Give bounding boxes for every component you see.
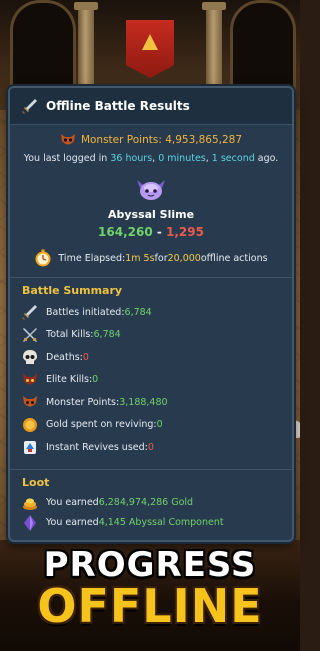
sword-icon	[22, 99, 37, 114]
summary-total-kills: Total Kills: 6,784	[22, 324, 280, 347]
time-suffix: offline actions	[200, 252, 268, 264]
summary-monster-points: Monster Points: 3,188,480	[22, 391, 280, 414]
pillar	[202, 2, 226, 86]
monster-points-label: Monster Points: 4,953,865,287	[80, 134, 243, 146]
loot-value: 4,145 Abyssal Component	[98, 517, 224, 528]
summary-value: 6,784	[124, 306, 152, 318]
summary-value: 0	[82, 351, 89, 363]
loot-gold: You earned 6,284,974,286 Gold	[22, 493, 280, 513]
archway	[10, 0, 76, 93]
summary-label: Monster Points:	[46, 396, 120, 408]
summary-label: Instant Revives used:	[46, 441, 148, 453]
score-lost: 1,295	[166, 225, 204, 239]
loot-value: 6,284,974,286 Gold	[98, 497, 194, 508]
abyssal-slime-icon	[137, 180, 165, 200]
revive-potion-icon	[24, 441, 36, 455]
summary-gold-spent: Gold spent on reviving: 0	[22, 414, 280, 437]
login-suffix: ago.	[254, 153, 279, 164]
elite-demon-icon	[23, 372, 37, 385]
divider	[10, 468, 292, 470]
elapsed-value: 1m 5s	[125, 252, 155, 264]
loot-prefix: You earned	[46, 497, 99, 508]
gold-pile-icon	[23, 498, 37, 510]
battle-score: 164,260 - 1,295	[10, 225, 292, 239]
skull-icon	[23, 350, 37, 365]
loot-list: You earned 6,284,974,286 Gold You earned…	[10, 493, 292, 533]
summary-value: 6,784	[93, 329, 121, 341]
time-mid: for	[154, 252, 168, 264]
summary-battles-initiated: Battles initiated: 6,784	[22, 301, 280, 324]
login-seconds: 1 second	[211, 153, 255, 164]
battle-summary-title: Battle Summary	[22, 284, 123, 297]
abyssal-crystal-icon	[24, 514, 36, 531]
crossed-swords-icon	[23, 327, 37, 342]
monster-mask-icon	[60, 134, 75, 145]
gold-coin-icon	[23, 417, 37, 432]
promo-title: PROGRESS OFFLINE	[0, 545, 300, 633]
login-prefix: You last logged in	[23, 153, 111, 164]
archway	[230, 0, 296, 93]
sword-icon	[22, 305, 37, 321]
login-minutes: 0 minutes	[158, 153, 206, 164]
time-elapsed: Time Elapsed: 1m 5s for 20,000 offline a…	[10, 249, 292, 267]
stopwatch-icon	[35, 249, 51, 267]
divider	[10, 277, 292, 278]
summary-elite-kills: Elite Kills: 0	[22, 369, 280, 392]
battle-summary-list: Battles initiated: 6,784 Total Kills: 6,…	[10, 301, 292, 459]
score-separator: -	[152, 225, 167, 239]
promo-line-offline: OFFLINE	[37, 579, 263, 633]
summary-value: 0	[147, 441, 154, 453]
loot-abyssal-component: You earned 4,145 Abyssal Component	[22, 513, 280, 533]
monster-points-total: Monster Points: 4,953,865,287	[10, 133, 292, 147]
red-banner-emblem	[126, 20, 174, 78]
pillar	[74, 2, 98, 86]
summary-value: 0	[92, 374, 99, 386]
summary-label: Gold spent on reviving:	[46, 419, 157, 431]
summary-value: 0	[156, 419, 163, 431]
summary-value: 3,188,480	[119, 396, 168, 408]
loot-prefix: You earned	[46, 517, 99, 528]
summary-deaths: Deaths: 0	[22, 346, 280, 369]
summary-label: Elite Kills:	[46, 374, 93, 386]
loot-title: Loot	[22, 475, 50, 489]
offline-results-panel: Offline Battle Results Monster Points: 4…	[8, 86, 294, 542]
monster-name: Abyssal Slime	[107, 208, 195, 221]
panel-title: Offline Battle Results	[46, 99, 190, 113]
summary-label: Deaths:	[46, 351, 83, 363]
panel-header: Offline Battle Results	[10, 88, 292, 125]
actions-value: 20,000	[167, 252, 201, 264]
summary-label: Battles initiated:	[46, 306, 125, 318]
last-login-text: You last logged in 36 hours, 0 minutes, …	[10, 153, 292, 164]
login-hours: 36 hours	[110, 153, 153, 164]
monster-mask-icon	[23, 396, 37, 407]
summary-label: Total Kills:	[46, 329, 94, 341]
time-prefix: Time Elapsed:	[58, 252, 126, 264]
score-won: 164,260	[98, 225, 153, 239]
summary-instant-revives: Instant Revives used: 0	[22, 436, 280, 459]
